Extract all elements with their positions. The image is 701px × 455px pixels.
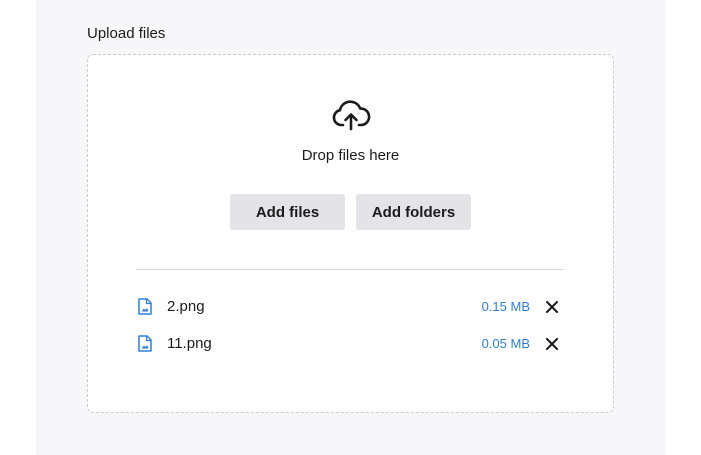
close-icon[interactable]	[546, 338, 558, 350]
file-name: 11.png	[167, 335, 212, 352]
add-folders-button[interactable]: Add folders	[356, 194, 471, 230]
file-size: 0.15 MB	[481, 299, 530, 314]
upload-label: Upload files	[87, 25, 166, 42]
image-file-icon	[138, 335, 152, 352]
divider	[136, 269, 564, 270]
cloud-upload-icon	[332, 100, 371, 131]
file-size: 0.05 MB	[481, 336, 530, 351]
file-list-item: 2.png 0.15 MB	[136, 295, 566, 319]
dropzone[interactable]: Drop files here Add files Add folders 2.…	[87, 54, 614, 413]
drop-files-text: Drop files here	[301, 147, 400, 164]
close-icon[interactable]	[546, 301, 558, 313]
file-name: 2.png	[167, 298, 205, 315]
upload-panel: Upload files Drop files here Add files A…	[36, 0, 666, 455]
image-file-icon	[138, 298, 152, 315]
file-list-item: 11.png 0.05 MB	[136, 332, 566, 356]
add-files-button[interactable]: Add files	[230, 194, 345, 230]
